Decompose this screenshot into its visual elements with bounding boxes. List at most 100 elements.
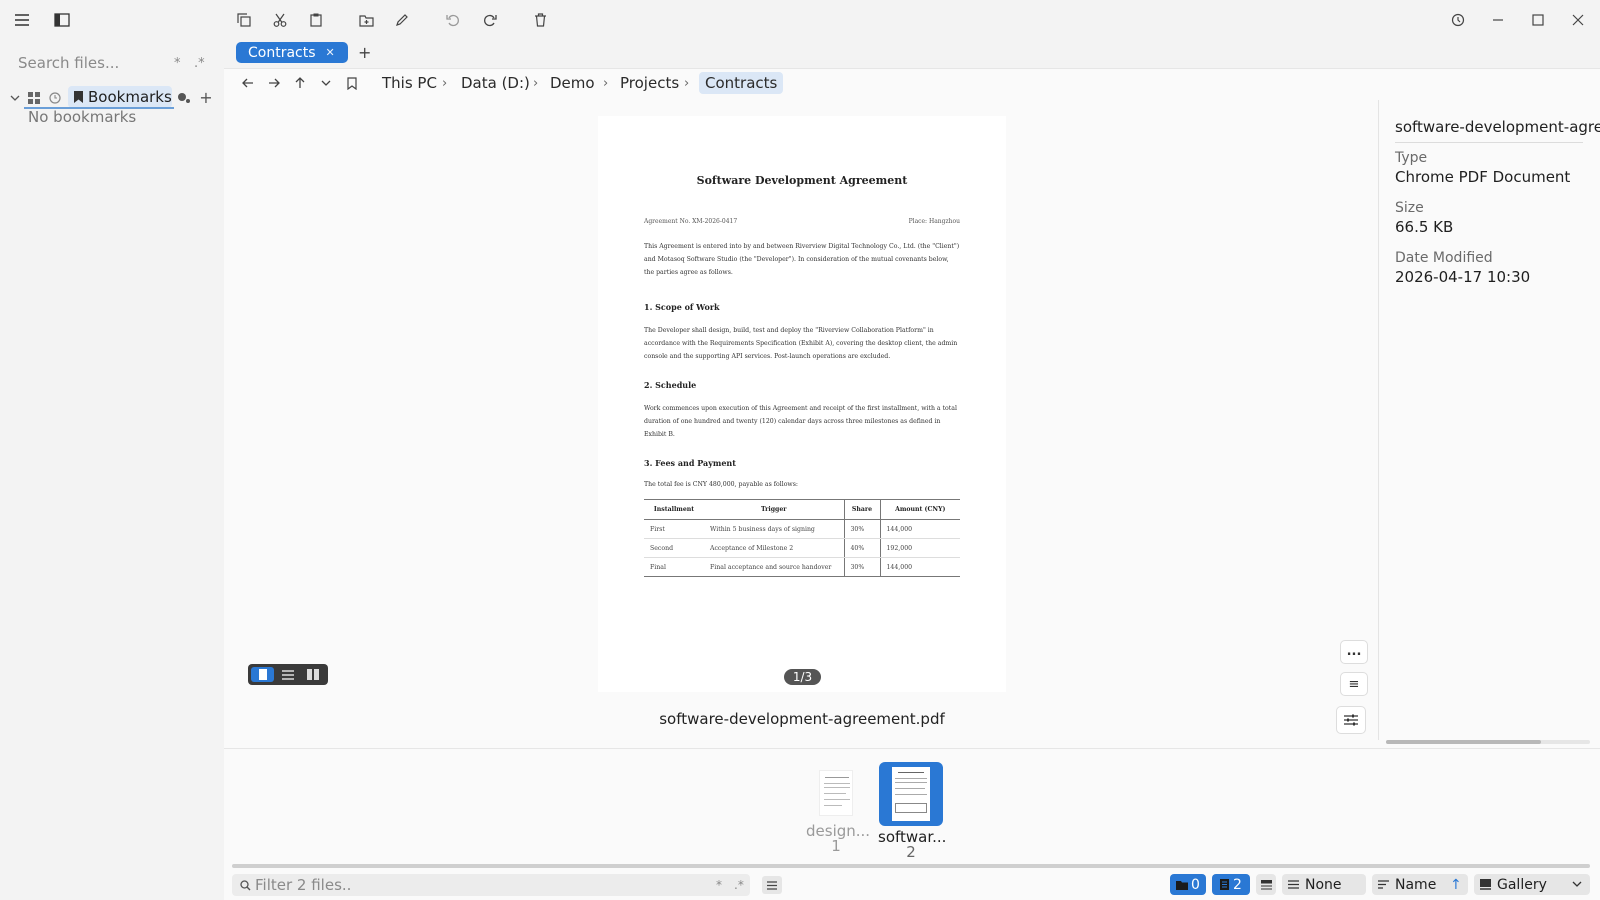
gallery-scrollbar[interactable] bbox=[232, 864, 1590, 868]
regex-toggle[interactable]: .* bbox=[194, 56, 205, 71]
cut-icon[interactable] bbox=[268, 8, 292, 32]
forward-icon[interactable] bbox=[266, 74, 282, 92]
table-cell: Final bbox=[644, 557, 704, 577]
bookmarks-label: Bookmarks bbox=[88, 88, 172, 106]
table-cell: 30% bbox=[843, 557, 880, 577]
history-dropdown-icon[interactable] bbox=[318, 74, 334, 92]
more-options-label: ... bbox=[1346, 644, 1362, 659]
paste-icon[interactable] bbox=[304, 8, 328, 32]
modified-value: 2026-04-17 10:30 bbox=[1395, 268, 1531, 286]
layout-icon bbox=[1260, 879, 1272, 890]
filter-wildcard-toggle[interactable]: * bbox=[716, 878, 722, 892]
thumbnail-item-selected[interactable]: softwar... 2 bbox=[878, 762, 946, 860]
delete-icon[interactable] bbox=[528, 8, 552, 32]
chevron-down-icon[interactable] bbox=[8, 90, 22, 106]
payment-table: Installment Trigger Share Amount (CNY) F… bbox=[644, 499, 960, 577]
pdf-page-preview[interactable]: Software Development Agreement Agreement… bbox=[598, 116, 1006, 692]
agreement-place: Place: Hangzhou bbox=[908, 218, 960, 225]
table-header: Trigger bbox=[704, 499, 844, 520]
table-cell: First bbox=[644, 519, 704, 539]
wildcard-toggle[interactable]: * bbox=[174, 56, 181, 71]
add-bookmark-icon[interactable]: + bbox=[198, 88, 214, 107]
properties-panel: software-development-agreem Type Chrome … bbox=[1378, 100, 1600, 740]
crumb-projects[interactable]: Projects bbox=[620, 72, 679, 94]
bookmark-icon bbox=[74, 91, 83, 103]
filter-options-icon[interactable] bbox=[762, 876, 782, 894]
two-page-mode-icon[interactable] bbox=[302, 667, 325, 682]
properties-scrollbar[interactable] bbox=[1386, 740, 1590, 744]
rename-icon[interactable] bbox=[390, 8, 414, 32]
tag-icon[interactable] bbox=[176, 90, 192, 106]
sidebar bbox=[0, 40, 224, 900]
close-icon[interactable] bbox=[1566, 8, 1590, 32]
view-mode-label: Gallery bbox=[1497, 876, 1547, 893]
copy-icon[interactable] bbox=[232, 8, 256, 32]
folder-icon bbox=[1176, 880, 1189, 890]
new-folder-icon[interactable] bbox=[354, 8, 378, 32]
crumb-separator: › bbox=[684, 75, 690, 91]
grid-icon[interactable] bbox=[26, 90, 42, 106]
sidebar-toggle-icon[interactable] bbox=[50, 8, 74, 32]
preview-mode-switch[interactable] bbox=[248, 664, 328, 685]
up-icon[interactable] bbox=[292, 74, 308, 92]
gallery-icon bbox=[1480, 878, 1491, 891]
table-row: Final Final acceptance and source handov… bbox=[644, 557, 960, 577]
files-count-badge[interactable]: 2 bbox=[1212, 874, 1250, 895]
table-header-row: Installment Trigger Share Amount (CNY) bbox=[644, 499, 960, 520]
filter-regex-toggle[interactable]: .* bbox=[734, 878, 744, 892]
history-icon[interactable] bbox=[1446, 8, 1470, 32]
tab-contracts[interactable]: Contracts ✕ bbox=[236, 42, 348, 63]
doc-intro: This Agreement is entered into by and be… bbox=[644, 243, 960, 276]
files-count: 2 bbox=[1233, 876, 1242, 893]
crumb-separator: › bbox=[442, 75, 448, 91]
doc-meta: Agreement No. XM-2026-0417 Place: Hangzh… bbox=[644, 218, 960, 225]
page-indicator: 1/3 bbox=[784, 669, 821, 685]
section-2-text: Work commences upon execution of this Ag… bbox=[644, 405, 957, 438]
section-2-title: 2. Schedule bbox=[644, 380, 697, 390]
sort-dropdown[interactable]: Name ↑ bbox=[1372, 874, 1468, 895]
crumb-this-pc[interactable]: This PC bbox=[382, 72, 437, 94]
doc-title: Software Development Agreement bbox=[696, 174, 908, 187]
continuous-mode-icon[interactable] bbox=[276, 667, 299, 682]
folders-count-badge[interactable]: 0 bbox=[1170, 874, 1206, 895]
filter-input[interactable]: Filter 2 files.. bbox=[255, 876, 351, 894]
sidebar-search[interactable]: Search files... * .* bbox=[18, 52, 218, 74]
thumbnail-item[interactable]: design... 1 bbox=[806, 764, 870, 854]
bookmarks-tab[interactable]: Bookmarks bbox=[68, 86, 172, 108]
redo-icon[interactable] bbox=[478, 8, 502, 32]
sort-icon bbox=[1378, 880, 1389, 889]
tab-close-icon[interactable]: ✕ bbox=[326, 46, 335, 59]
crumb-contracts[interactable]: Contracts bbox=[699, 72, 784, 94]
maximize-icon[interactable] bbox=[1526, 8, 1550, 32]
undo-icon[interactable] bbox=[441, 8, 465, 32]
tab-label: Contracts bbox=[248, 44, 316, 61]
section-3-title: 3. Fees and Payment bbox=[644, 458, 736, 468]
crumb-data-d[interactable]: Data (D:) bbox=[461, 72, 530, 94]
sort-direction-icon[interactable]: ↑ bbox=[1450, 877, 1462, 893]
preview-settings-button[interactable] bbox=[1336, 706, 1366, 734]
crumb-demo[interactable]: Demo bbox=[550, 72, 595, 94]
table-header: Installment bbox=[644, 499, 704, 520]
scrollbar-thumb[interactable] bbox=[1386, 740, 1541, 744]
crumb-separator: › bbox=[533, 75, 539, 91]
group-by-dropdown[interactable]: None bbox=[1282, 874, 1366, 895]
no-bookmarks-text: No bookmarks bbox=[28, 108, 137, 126]
section-3-text: The total fee is CNY 480,000, payable as… bbox=[644, 481, 798, 488]
table-cell: 30% bbox=[843, 519, 880, 539]
view-mode-dropdown[interactable]: Gallery bbox=[1474, 874, 1590, 895]
minimize-icon[interactable] bbox=[1486, 8, 1510, 32]
layout-toggle[interactable] bbox=[1256, 874, 1276, 895]
more-options-button[interactable]: ... bbox=[1340, 640, 1368, 664]
back-icon[interactable] bbox=[240, 74, 256, 92]
recent-icon[interactable] bbox=[47, 90, 63, 106]
table-cell: 192,000 bbox=[879, 538, 960, 558]
table-header: Amount (CNY) bbox=[879, 499, 960, 520]
table-cell: Second bbox=[644, 538, 704, 558]
sidebar-search-input[interactable]: Search files... bbox=[18, 54, 119, 72]
add-tab-button[interactable]: + bbox=[358, 43, 371, 62]
bookmark-add-icon[interactable] bbox=[344, 74, 360, 92]
document-info-button[interactable]: ≡ bbox=[1340, 672, 1368, 696]
menu-icon[interactable] bbox=[10, 8, 34, 32]
single-page-mode-icon[interactable] bbox=[251, 667, 275, 682]
filter-box[interactable]: Filter 2 files.. * .* bbox=[232, 874, 750, 896]
